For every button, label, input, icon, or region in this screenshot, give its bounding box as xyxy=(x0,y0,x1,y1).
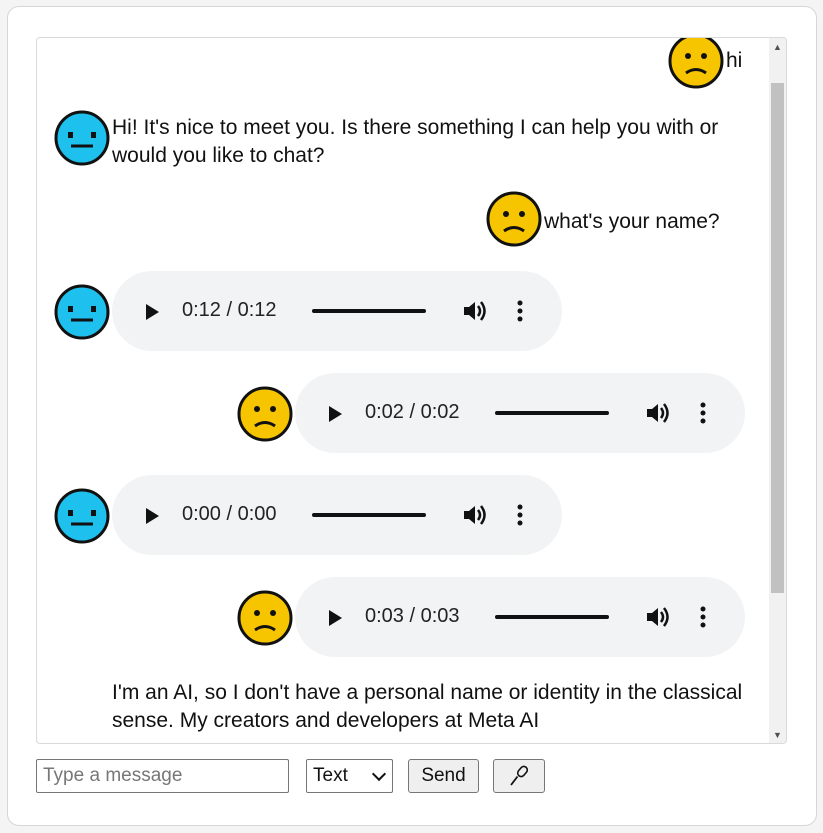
audio-player: 0:00 / 0:00 xyxy=(112,475,562,555)
more-options-icon[interactable] xyxy=(517,300,523,322)
bot-message-text: I'm an AI, so I don't have a personal na… xyxy=(112,681,743,732)
audio-time: 0:12 / 0:12 xyxy=(182,299,277,321)
volume-icon[interactable] xyxy=(462,299,488,323)
scroll-down-icon[interactable]: ▼ xyxy=(769,726,786,743)
bot-avatar-icon xyxy=(54,284,110,340)
play-icon[interactable] xyxy=(146,304,159,320)
more-options-icon[interactable] xyxy=(700,606,706,628)
play-icon[interactable] xyxy=(329,406,342,422)
audio-seek-bar[interactable] xyxy=(495,411,609,415)
more-options-icon[interactable] xyxy=(517,504,523,526)
audio-seek-bar[interactable] xyxy=(312,513,426,517)
user-avatar-icon xyxy=(237,590,293,646)
audio-time: 0:00 / 0:00 xyxy=(182,503,277,525)
mode-select[interactable]: Text xyxy=(306,759,393,793)
user-avatar-icon xyxy=(237,386,293,442)
user-avatar-icon xyxy=(668,38,724,89)
volume-icon[interactable] xyxy=(645,401,671,425)
scroll-up-icon[interactable]: ▲ xyxy=(769,38,786,55)
send-button[interactable]: Send xyxy=(408,759,479,793)
scrollbar[interactable]: ▲ ▼ xyxy=(769,38,786,743)
bot-avatar-icon xyxy=(54,488,110,544)
volume-icon[interactable] xyxy=(645,605,671,629)
audio-time: 0:02 / 0:02 xyxy=(365,401,460,423)
bot-avatar-icon xyxy=(54,110,110,166)
microphone-icon xyxy=(510,765,529,786)
chat-window: hi Hi! It's nice to meet you. Is there s… xyxy=(36,37,787,744)
volume-icon[interactable] xyxy=(462,503,488,527)
play-icon[interactable] xyxy=(329,610,342,626)
message-input[interactable] xyxy=(36,759,289,793)
audio-player: 0:02 / 0:02 xyxy=(295,373,745,453)
chevron-down-icon xyxy=(371,766,387,782)
user-message-text: hi xyxy=(726,49,743,72)
more-options-icon[interactable] xyxy=(700,402,706,424)
bot-message-text: Hi! It's nice to meet you. Is there some… xyxy=(112,116,719,167)
mode-select-value: Text xyxy=(313,765,348,786)
audio-seek-bar[interactable] xyxy=(495,615,609,619)
user-message-text: what's your name? xyxy=(544,210,720,233)
user-avatar-icon xyxy=(486,191,542,247)
audio-seek-bar[interactable] xyxy=(312,309,426,313)
audio-time: 0:03 / 0:03 xyxy=(365,605,460,627)
message-list[interactable]: hi Hi! It's nice to meet you. Is there s… xyxy=(37,38,769,743)
scrollbar-thumb[interactable] xyxy=(771,83,784,593)
audio-player: 0:03 / 0:03 xyxy=(295,577,745,657)
audio-player: 0:12 / 0:12 xyxy=(112,271,562,351)
mic-button[interactable] xyxy=(493,759,545,793)
play-icon[interactable] xyxy=(146,508,159,524)
